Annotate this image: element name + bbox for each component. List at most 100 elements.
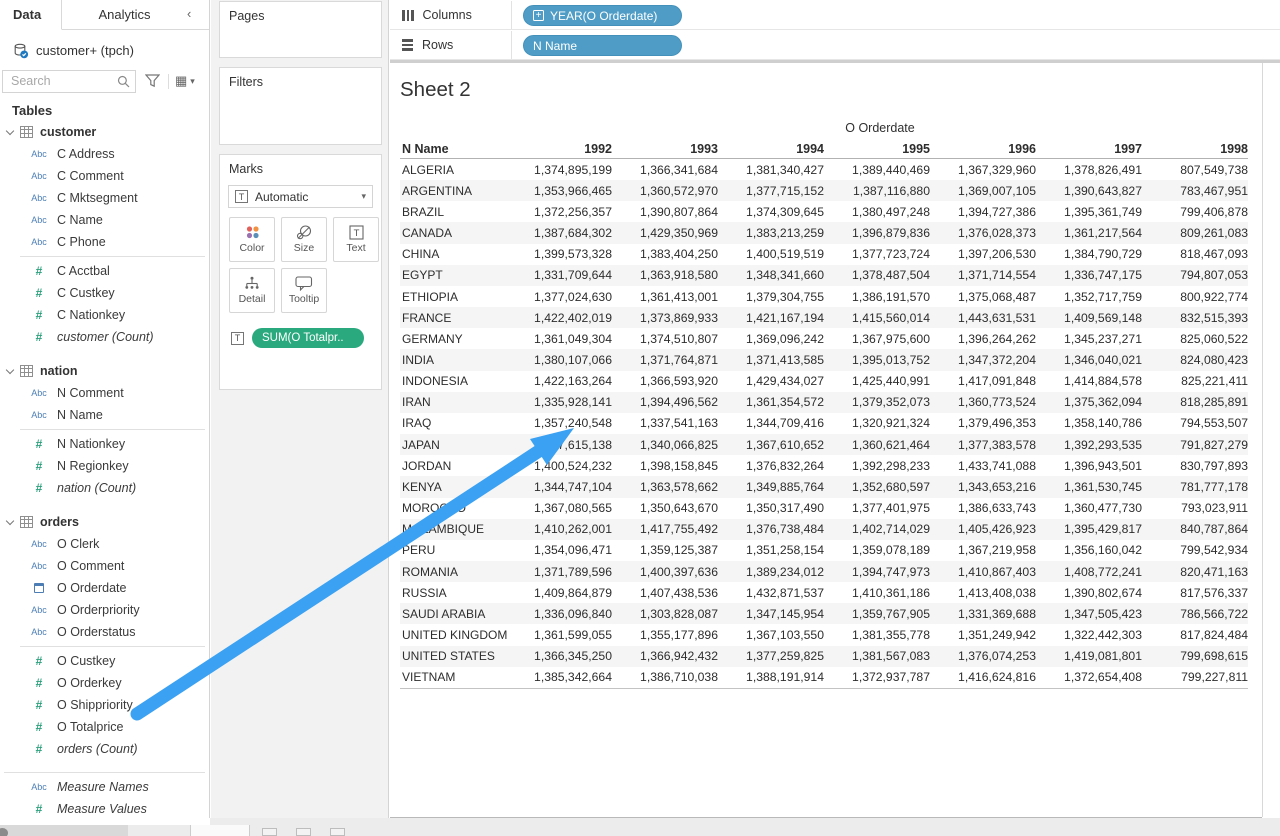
column-field-header[interactable]: O Orderdate <box>512 121 1248 135</box>
value-cell[interactable]: 1,395,013,752 <box>824 353 930 367</box>
value-cell[interactable]: 1,429,350,969 <box>612 226 718 240</box>
row-header[interactable]: CHINA <box>400 247 512 261</box>
value-cell[interactable]: 1,348,341,660 <box>718 268 824 282</box>
row-header[interactable]: FRANCE <box>400 311 512 325</box>
value-cell[interactable]: 794,807,053 <box>1142 268 1248 282</box>
value-cell[interactable]: 1,381,355,778 <box>824 628 930 642</box>
row-header[interactable]: GERMANY <box>400 332 512 346</box>
size-button[interactable]: Size <box>281 217 327 262</box>
row-header[interactable]: ROMANIA <box>400 565 512 579</box>
value-cell[interactable]: 1,360,773,524 <box>930 395 1036 409</box>
value-cell[interactable]: 840,787,864 <box>1142 522 1248 536</box>
value-cell[interactable]: 1,379,352,073 <box>824 395 930 409</box>
value-cell[interactable]: 1,384,790,729 <box>1036 247 1142 261</box>
tooltip-button[interactable]: Tooltip <box>281 268 327 313</box>
table-row[interactable]: ROMANIA1,371,789,5961,400,397,6361,389,2… <box>400 561 1248 582</box>
value-cell[interactable]: 1,377,401,975 <box>824 501 930 515</box>
datasource-item[interactable]: customer+ (tpch) <box>0 30 209 60</box>
search-input[interactable]: Search <box>2 70 136 93</box>
field-o-clerk[interactable]: O Clerk <box>0 533 209 555</box>
value-cell[interactable]: 1,390,643,827 <box>1036 184 1142 198</box>
field-c-mktsegment[interactable]: C Mktsegment <box>0 187 209 209</box>
value-cell[interactable]: 783,467,951 <box>1142 184 1248 198</box>
field-o-orderstatus[interactable]: O Orderstatus <box>0 621 209 643</box>
value-cell[interactable]: 818,467,093 <box>1142 247 1248 261</box>
value-cell[interactable]: 830,797,893 <box>1142 459 1248 473</box>
value-cell[interactable]: 1,432,871,537 <box>718 586 824 600</box>
value-cell[interactable]: 817,824,484 <box>1142 628 1248 642</box>
row-header[interactable]: RUSSIA <box>400 586 512 600</box>
value-cell[interactable]: 1,410,867,403 <box>930 565 1036 579</box>
year-header-1993[interactable]: 1993 <box>612 142 718 156</box>
table-row[interactable]: MOROCCO1,367,080,5651,350,643,6701,350,3… <box>400 498 1248 519</box>
value-cell[interactable]: 1,361,599,055 <box>512 628 612 642</box>
row-field-header[interactable]: N Name <box>400 142 512 156</box>
value-cell[interactable]: 820,471,163 <box>1142 565 1248 579</box>
row-header[interactable]: ETHIOPIA <box>400 290 512 304</box>
row-header[interactable]: JAPAN <box>400 438 512 452</box>
text-button[interactable]: T Text <box>333 217 379 262</box>
table-row[interactable]: CHINA1,399,573,3281,383,404,2501,400,519… <box>400 244 1248 265</box>
active-sheet-tab-fragment[interactable] <box>190 825 250 836</box>
row-header[interactable]: IRAQ <box>400 416 512 430</box>
row-header[interactable]: SAUDI ARABIA <box>400 607 512 621</box>
value-cell[interactable]: 1,337,541,163 <box>612 416 718 430</box>
table-row[interactable]: UNITED STATES1,366,345,2501,366,942,4321… <box>400 646 1248 667</box>
view-options-icon[interactable]: ▦ <box>175 73 187 89</box>
tab-analytics[interactable]: Analytics <box>62 0 187 29</box>
table-row[interactable]: CANADA1,387,684,3021,429,350,9691,383,21… <box>400 222 1248 243</box>
value-cell[interactable]: 1,353,966,465 <box>512 184 612 198</box>
value-cell[interactable]: 1,346,040,021 <box>1036 353 1142 367</box>
value-cell[interactable]: 1,383,404,250 <box>612 247 718 261</box>
value-cell[interactable]: 1,378,826,491 <box>1036 163 1142 177</box>
value-cell[interactable]: 1,344,747,104 <box>512 480 612 494</box>
value-cell[interactable]: 1,371,789,596 <box>512 565 612 579</box>
color-button[interactable]: Color <box>229 217 275 262</box>
value-cell[interactable]: 1,383,213,259 <box>718 226 824 240</box>
value-cell[interactable]: 1,395,361,749 <box>1036 205 1142 219</box>
value-cell[interactable]: 1,320,921,324 <box>824 416 930 430</box>
value-cell[interactable]: 809,261,083 <box>1142 226 1248 240</box>
rows-shelf[interactable]: Rows N Name <box>390 31 1280 60</box>
field-customer-count[interactable]: customer (Count) <box>0 326 209 348</box>
value-cell[interactable]: 1,363,578,662 <box>612 480 718 494</box>
value-cell[interactable]: 1,422,163,264 <box>512 374 612 388</box>
value-cell[interactable]: 1,389,440,469 <box>824 163 930 177</box>
table-row[interactable]: ETHIOPIA1,377,024,6301,361,413,0011,379,… <box>400 286 1248 307</box>
row-header[interactable]: UNITED STATES <box>400 649 512 663</box>
columns-shelf[interactable]: Columns YEAR(O Orderdate) <box>390 1 1280 30</box>
field-c-address[interactable]: C Address <box>0 143 209 165</box>
chevron-down-icon[interactable]: ▾ <box>190 76 195 87</box>
table-row[interactable]: RUSSIA1,409,864,8791,407,438,5361,432,87… <box>400 582 1248 603</box>
marks-pill-sum-totalprice[interactable]: SUM(O Totalpr.. <box>252 328 364 348</box>
value-cell[interactable]: 1,409,569,148 <box>1036 311 1142 325</box>
value-cell[interactable]: 1,376,832,264 <box>718 459 824 473</box>
value-cell[interactable]: 1,366,341,684 <box>612 163 718 177</box>
value-cell[interactable]: 1,359,125,387 <box>612 543 718 557</box>
value-cell[interactable]: 1,355,177,896 <box>612 628 718 642</box>
value-cell[interactable]: 1,409,864,879 <box>512 586 612 600</box>
field-c-phone[interactable]: C Phone <box>0 231 209 253</box>
value-cell[interactable]: 1,380,107,066 <box>512 353 612 367</box>
table-row[interactable]: EGYPT1,331,709,6441,363,918,5801,348,341… <box>400 265 1248 286</box>
field-c-comment[interactable]: C Comment <box>0 165 209 187</box>
pages-shelf[interactable]: Pages <box>219 1 382 58</box>
value-cell[interactable]: 1,417,755,492 <box>612 522 718 536</box>
value-cell[interactable]: 1,417,091,848 <box>930 374 1036 388</box>
year-header-1996[interactable]: 1996 <box>930 142 1036 156</box>
value-cell[interactable]: 1,322,442,303 <box>1036 628 1142 642</box>
table-row[interactable]: GERMANY1,361,049,3041,374,510,8071,369,0… <box>400 328 1248 349</box>
value-cell[interactable]: 1,379,496,353 <box>930 416 1036 430</box>
value-cell[interactable]: 1,375,068,487 <box>930 290 1036 304</box>
value-cell[interactable]: 1,366,345,250 <box>512 649 612 663</box>
field-c-nationkey[interactable]: C Nationkey <box>0 304 209 326</box>
table-group-header-nation[interactable]: nation <box>0 360 209 382</box>
field-c-acctbal[interactable]: C Acctbal <box>0 260 209 282</box>
value-cell[interactable]: 1,394,747,973 <box>824 565 930 579</box>
value-cell[interactable]: 1,371,764,871 <box>612 353 718 367</box>
value-cell[interactable]: 799,698,615 <box>1142 649 1248 663</box>
table-row[interactable]: UNITED KINGDOM1,361,599,0551,355,177,896… <box>400 624 1248 645</box>
value-cell[interactable]: 832,515,393 <box>1142 311 1248 325</box>
value-cell[interactable]: 1,345,237,271 <box>1036 332 1142 346</box>
field-orders-count[interactable]: orders (Count) <box>0 738 209 760</box>
